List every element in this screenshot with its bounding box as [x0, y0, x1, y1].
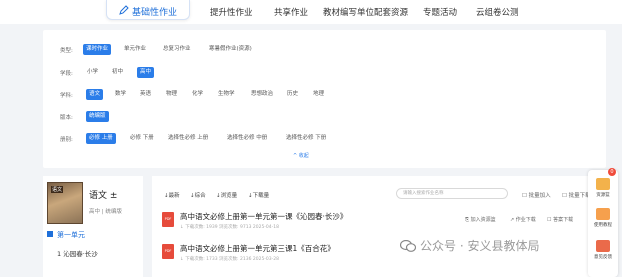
filter-panel: 类型: 课时作业 单元作业 总复习作业 寒暑假作业(资源) 学段: 小学 初中 …: [43, 30, 606, 168]
chip-tongbian[interactable]: 统编版: [86, 111, 109, 122]
watermark-text: 公众号 · 安义县教体局: [420, 239, 540, 253]
lesson-item[interactable]: 1 沁园春·长沙: [57, 248, 98, 258]
search-input[interactable]: 请输入搜索作业名称: [396, 188, 508, 199]
chip-politics[interactable]: 思想政治: [251, 89, 273, 100]
tab-advanced-homework[interactable]: 提升性作业: [210, 6, 253, 18]
unit-item[interactable]: 第一单元: [47, 230, 85, 240]
collapse-button[interactable]: ^ 收起: [293, 152, 309, 159]
item-meta: ↓ 下载次数: 1733 浏览次数: 2136 2025-03-28: [180, 257, 280, 262]
resource-list-panel: ↓最新 ↓综合 ↓浏览量 ↓下载量 请输入搜索作业名称 ☐ 批量加入 ☐ 批量下…: [152, 176, 612, 277]
fbtn-label: 资源篮: [596, 193, 610, 198]
minus-square-icon[interactable]: [47, 231, 53, 237]
chip-physics[interactable]: 物理: [166, 89, 177, 100]
item-meta: ↓ 下载次数: 1939 浏览次数: 9713 2025-04-18: [180, 225, 280, 230]
sort-downloads[interactable]: ↓下载量: [248, 191, 269, 199]
tab-shared-homework[interactable]: 共享作业: [274, 6, 308, 18]
filter-label: 册别:: [60, 137, 73, 143]
chip-junior[interactable]: 初中: [112, 67, 123, 78]
basket-icon: [596, 178, 610, 190]
pdf-icon: PDF: [162, 212, 174, 227]
item-title[interactable]: 高中语文必修上册第一单元第三课1《百合花》: [180, 243, 335, 254]
tab-textbook-resources[interactable]: 教材编写单位配套资源: [323, 6, 408, 18]
chip-elective-2[interactable]: 选择性必修 中册: [227, 133, 267, 144]
answer-download-button[interactable]: ☐ 答案下载: [547, 216, 573, 223]
basket-count-badge: 0: [608, 168, 616, 176]
chip-lesson-homework[interactable]: 课时作业: [83, 44, 112, 55]
chip-review-homework[interactable]: 总复习作业: [163, 44, 191, 55]
sort-newest[interactable]: ↓最新: [164, 191, 180, 199]
book-icon: [596, 208, 610, 220]
unit-label: 第一单元: [57, 231, 85, 239]
chip-unit-homework[interactable]: 单元作业: [124, 44, 146, 55]
chip-elective-3[interactable]: 选择性必修 下册: [286, 133, 326, 144]
book-subtitle: 高中 | 统编版: [89, 209, 122, 215]
tab-cloud-exam[interactable]: 云组卷公测: [476, 6, 519, 18]
pdf-icon: PDF: [162, 244, 174, 259]
chip-elective-1[interactable]: 选择性必修 上册: [168, 133, 208, 144]
fbtn-label: 意见反馈: [594, 255, 612, 260]
add-to-basket-button[interactable]: ⎘ 加入资源篮: [465, 216, 496, 223]
chip-english[interactable]: 英语: [140, 89, 151, 100]
chip-chinese[interactable]: 语文: [86, 89, 104, 100]
sort-overall[interactable]: ↓综合: [190, 191, 206, 199]
book-title[interactable]: 语文 ±: [89, 188, 117, 201]
book-cover: 语文: [47, 182, 83, 224]
sort-views[interactable]: ↓浏览量: [216, 191, 237, 199]
feedback-button[interactable]: 意见反馈: [588, 240, 618, 260]
chip-chemistry[interactable]: 化学: [192, 89, 203, 100]
filter-label: 学段:: [60, 71, 73, 77]
tab-basic-homework[interactable]: 基础性作业: [106, 0, 190, 20]
wechat-icon: [400, 240, 416, 252]
chip-senior[interactable]: 高中: [137, 67, 155, 78]
top-nav: 基础性作业 提升性作业 共享作业 教材编写单位配套资源 专题活动 云组卷公测: [0, 0, 622, 24]
fbtn-label: 使用教程: [594, 223, 612, 228]
chip-history[interactable]: 历史: [287, 89, 298, 100]
cover-text: 语文: [51, 186, 64, 193]
homework-download-button[interactable]: ↗ 作业下载: [510, 216, 536, 223]
book-panel: 语文 语文 ± 高中 | 统编版 第一单元 1 沁园春·长沙: [43, 176, 143, 277]
chip-math[interactable]: 数学: [115, 89, 126, 100]
tutorial-button[interactable]: 使用教程: [588, 208, 618, 228]
tab-special-activities[interactable]: 专题活动: [423, 6, 457, 18]
filter-label: 学科:: [60, 93, 73, 99]
batch-add-button[interactable]: ☐ 批量加入: [522, 191, 551, 199]
watermark: 公众号 · 安义县教体局: [400, 237, 539, 254]
chip-holiday-homework[interactable]: 寒暑假作业(资源): [209, 44, 252, 55]
batch-download-button[interactable]: ☐ 批量下载: [562, 191, 591, 199]
list-item[interactable]: PDF 高中语文必修上册第一单元第一课《沁园春·长沙》 ↓ 下载次数: 1939…: [162, 210, 602, 236]
feedback-icon: [596, 240, 610, 252]
floating-toolbar: 0 资源篮 使用教程 意见反馈: [588, 168, 618, 277]
chip-compulsory-1[interactable]: 必修 上册: [86, 133, 116, 144]
pen-icon: [119, 5, 129, 15]
chip-compulsory-2[interactable]: 必修 下册: [130, 133, 154, 144]
chip-geography[interactable]: 地理: [313, 89, 324, 100]
chip-primary[interactable]: 小学: [87, 67, 98, 78]
chip-biology[interactable]: 生物学: [218, 89, 235, 100]
filter-label: 版本:: [60, 115, 73, 121]
filter-label: 类型:: [60, 48, 73, 54]
item-title[interactable]: 高中语文必修上册第一单元第一课《沁园春·长沙》: [180, 211, 347, 222]
tab-label: 基础性作业: [132, 8, 178, 18]
resource-basket-button[interactable]: 资源篮: [588, 178, 618, 198]
